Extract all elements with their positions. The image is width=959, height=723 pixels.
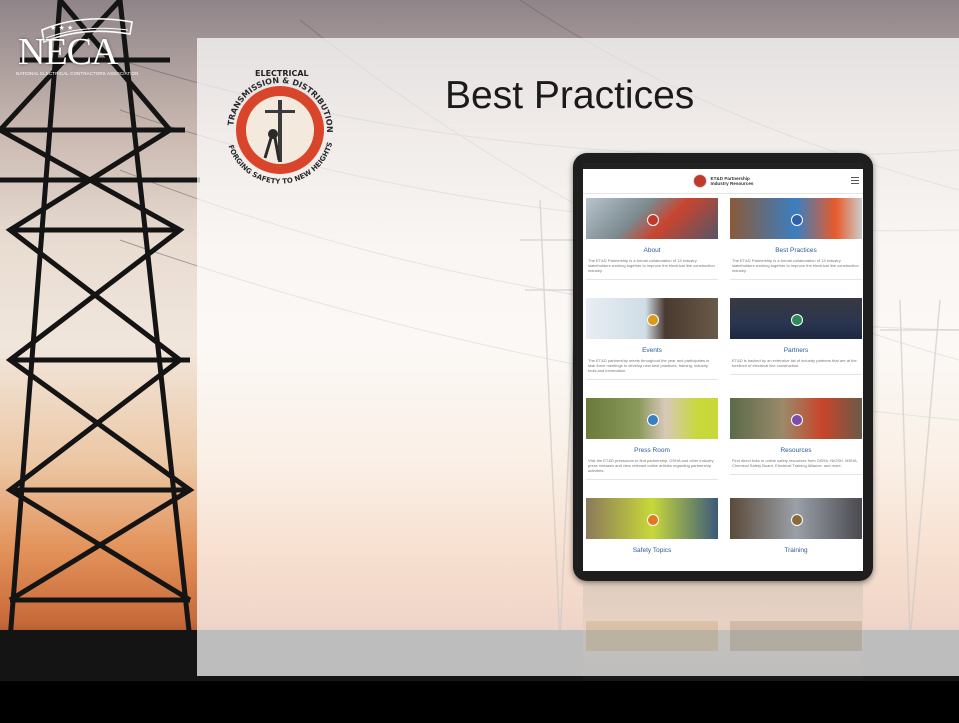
card-description: Find direct links to online safety resou… — [732, 458, 858, 468]
etd-partnership-seal: TRANSMISSION & DISTRIBUTION PARTNERSHIP … — [215, 62, 334, 186]
divider — [586, 479, 718, 480]
card-title: Best Practices — [775, 247, 817, 254]
card-press-room[interactable]: Press Room Visit the ET&D pressroom to f… — [586, 398, 718, 498]
slide-background: ★ ★ ★ NECA NATIONAL ELECTRICAL CONTRACTO… — [0, 0, 959, 723]
card-description: The ET&D Partnership is a formal collabo… — [588, 258, 715, 273]
tablet-screen: ET&D Partnership Industry Resources Abou… — [583, 163, 863, 571]
card-image — [730, 298, 862, 339]
microphone-icon — [647, 413, 659, 426]
card-about[interactable]: About The ET&D Partnership is a formal c… — [586, 198, 718, 298]
slide-title: Best Practices — [445, 74, 695, 117]
reflection-image — [730, 621, 862, 651]
card-image — [730, 198, 862, 239]
app-header: ET&D Partnership Industry Resources — [583, 169, 863, 194]
divider — [730, 374, 862, 375]
card-image — [586, 398, 718, 439]
card-resources[interactable]: Resources Find direct links to online sa… — [730, 398, 862, 498]
divider — [586, 379, 718, 380]
neca-wordmark: NECA — [18, 31, 118, 73]
card-grid: About The ET&D Partnership is a formal c… — [583, 194, 863, 571]
neca-subtitle: NATIONAL ELECTRICAL CONTRACTORS ASSOCIAT… — [16, 71, 139, 76]
card-image — [730, 398, 862, 439]
divider — [730, 474, 862, 475]
clipboard-icon — [791, 213, 803, 226]
hamburger-menu-icon[interactable] — [851, 177, 859, 184]
card-events[interactable]: Events The ET&D partnership meets throug… — [586, 298, 718, 398]
card-safety-topics[interactable]: Safety Topics — [586, 498, 718, 571]
card-image — [586, 198, 718, 239]
card-image — [730, 498, 862, 539]
card-image — [586, 498, 718, 539]
handshake-icon — [791, 313, 803, 326]
app-logo — [692, 174, 707, 188]
card-title: Events — [642, 347, 662, 354]
warning-icon — [647, 513, 659, 526]
card-title: Training — [784, 547, 808, 554]
divider — [730, 279, 862, 280]
card-title: Press Room — [634, 447, 670, 454]
pencil-icon — [791, 513, 803, 526]
card-description: The ET&D Partnership is a formal collabo… — [732, 258, 859, 273]
card-description: The ET&D partnership meets throughout th… — [588, 358, 710, 373]
card-image — [586, 298, 718, 339]
folder-icon — [791, 413, 803, 426]
card-description: ET&D is backed by an extensive list of i… — [732, 358, 857, 368]
app-header-line2: Industry Resources — [710, 181, 754, 186]
card-title: About — [643, 247, 661, 254]
tablet-reflection — [573, 583, 873, 683]
divider — [586, 279, 718, 280]
card-title: Safety Topics — [632, 547, 672, 554]
card-description: Visit the ET&D pressroom to find partner… — [588, 458, 714, 473]
card-partners[interactable]: Partners ET&D is backed by an extensive … — [730, 298, 862, 398]
seal-top-text: ELECTRICAL — [255, 69, 309, 78]
card-title: Partners — [783, 347, 809, 354]
card-training[interactable]: Training — [730, 498, 862, 571]
card-title: Resources — [780, 447, 812, 454]
card-best-practices[interactable]: Best Practices The ET&D Partnership is a… — [730, 198, 862, 298]
calendar-icon — [647, 313, 659, 326]
reflection-fill — [583, 583, 863, 683]
tablet-mockup: ET&D Partnership Industry Resources Abou… — [573, 153, 873, 581]
bottom-bar — [0, 681, 959, 723]
info-icon — [647, 213, 659, 226]
reflection-image — [586, 621, 718, 651]
